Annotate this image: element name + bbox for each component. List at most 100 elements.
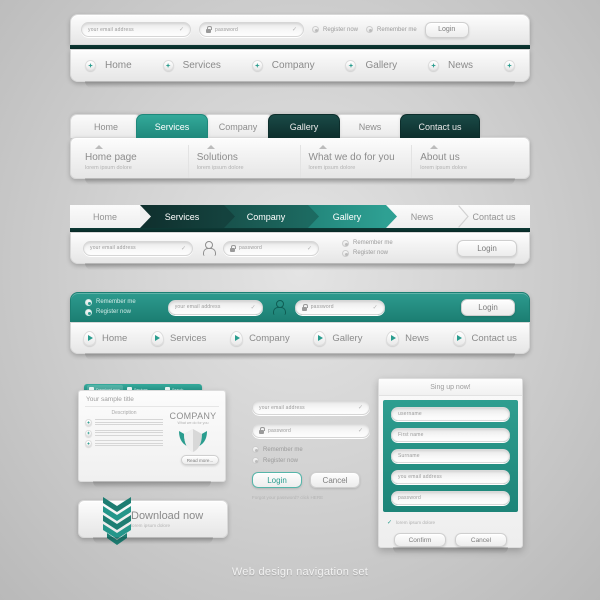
dropdown-column-what-we-do[interactable]: What we do for you lorem ipsum dolore [299, 145, 412, 178]
register-now-option[interactable]: Register now [252, 457, 370, 464]
dropdown-column-home-page[interactable]: Home page lorem ipsum dolore [77, 145, 188, 178]
breadcrumb-services[interactable]: Services [140, 205, 235, 228]
mega-dropdown-panel: Home page lorem ipsum dolore Solutions l… [70, 137, 530, 185]
register-now-option[interactable]: Register now [342, 249, 393, 257]
email-placeholder: your email address [88, 26, 134, 33]
tab-home[interactable]: Home [70, 114, 142, 138]
tab-contact-us[interactable]: Contact us [400, 114, 480, 138]
text-lines [95, 419, 163, 427]
column-sub: lorem ipsum dolore [420, 165, 468, 171]
company-name: COMPANY [169, 411, 217, 421]
nav-item-home[interactable]: Home [83, 330, 128, 346]
tab-services[interactable]: Services [136, 114, 208, 138]
caret-up-icon [430, 145, 439, 149]
dropdown-column-solutions[interactable]: Solutions lorem ipsum dolore [187, 145, 300, 178]
caret-up-icon [206, 145, 215, 149]
login-button[interactable]: Login [424, 21, 469, 38]
register-now-option[interactable]: Register now [312, 26, 358, 33]
email-field[interactable]: your email address ✓ [167, 299, 263, 315]
username-field[interactable]: username [391, 407, 510, 421]
register-now-label: Register now [323, 26, 359, 33]
password-field[interactable]: password ✓ [294, 299, 385, 315]
remember-me-option[interactable]: Remember me [252, 446, 370, 453]
cancel-button[interactable]: Cancel [310, 472, 360, 488]
check-icon: ✓ [291, 27, 297, 33]
nav-item-news[interactable]: News [386, 330, 429, 346]
download-sub: lorem ipsum dolore [131, 523, 171, 528]
arrow-right-icon [452, 330, 466, 346]
remember-me-option[interactable]: Remember me [366, 26, 417, 33]
email-field[interactable]: you email address [391, 470, 510, 484]
password-field[interactable]: password ✓ [199, 22, 304, 37]
dropdown-column-about-us[interactable]: About us lorem ipsum dolore [411, 145, 523, 178]
login-button[interactable]: Login [252, 472, 302, 488]
first-name-field[interactable]: First name [391, 428, 510, 442]
check-icon: ✓ [357, 428, 363, 434]
radio-icon[interactable] [342, 239, 349, 247]
nav-item-news[interactable]: News [428, 60, 473, 71]
tab-company[interactable]: Company [202, 114, 274, 138]
register-now-option[interactable]: Register now [85, 308, 136, 316]
nav-item-home[interactable]: Home [85, 60, 132, 71]
register-now-label: Register now [353, 250, 389, 256]
radio-icon[interactable] [252, 457, 259, 464]
remember-me-label: Remember me [353, 240, 393, 246]
radio-icon[interactable] [342, 249, 349, 257]
remember-me-label: Remember me [96, 299, 136, 305]
check-icon: ✓ [180, 245, 186, 252]
nav-item-gallery[interactable]: Gallery [313, 330, 363, 346]
email-field[interactable]: your email address ✓ [83, 240, 193, 256]
email-field[interactable]: your email address ✓ [81, 22, 191, 37]
password-field[interactable]: password ✓ [252, 423, 370, 438]
forgot-password-link[interactable]: Forgot your password? click HERE [252, 495, 370, 500]
tab-news[interactable]: News [334, 114, 406, 138]
login-button[interactable]: Login [461, 298, 515, 316]
field-placeholder: Surname [398, 453, 420, 459]
email-placeholder: your email address [259, 404, 305, 411]
password-field[interactable]: password [391, 491, 510, 505]
remember-me-option[interactable]: Remember me [85, 298, 136, 306]
radio-icon[interactable] [85, 298, 92, 306]
content-widget: Your sample title Description COMPANY Wh… [78, 390, 226, 488]
breadcrumb-company[interactable]: Company [224, 205, 319, 228]
read-more-button[interactable]: Read more... [181, 455, 219, 465]
nav-item-services[interactable]: Services [162, 60, 221, 71]
tab-gallery[interactable]: Gallery [268, 114, 340, 138]
field-placeholder: password [398, 495, 421, 501]
field-placeholder: you email address [398, 474, 442, 480]
text-lines [95, 440, 163, 448]
field-placeholder: First name [398, 432, 424, 438]
diamond-bullet-icon [345, 60, 357, 71]
email-field[interactable]: your email address ✓ [252, 400, 370, 415]
agree-checkbox-row[interactable]: ✓ lorem ipsum dolore [387, 519, 514, 526]
radio-icon[interactable] [366, 26, 374, 33]
nav-item-contact-us[interactable]: Contact us [452, 330, 517, 346]
diamond-bullet-icon [503, 60, 515, 71]
arrow-right-icon [230, 330, 244, 346]
register-now-label: Register now [263, 457, 299, 464]
drop-shadow [85, 178, 515, 185]
check-icon: ✓ [387, 520, 393, 526]
nav-bar-arrows: Home Services Company Gallery News Conta… [70, 322, 530, 360]
arrow-icon [458, 205, 469, 228]
download-button[interactable]: Download now lorem ipsum dolore [78, 497, 228, 545]
nav-label: Gallery [332, 332, 363, 344]
breadcrumb-gallery[interactable]: Gallery [308, 205, 397, 228]
breadcrumb-home[interactable]: Home [70, 205, 151, 228]
nav-item-company[interactable]: Company [230, 330, 290, 346]
login-button[interactable]: Login [457, 239, 517, 257]
drop-shadow [85, 263, 515, 270]
surname-field[interactable]: Surname [391, 449, 510, 463]
radio-icon[interactable] [85, 308, 92, 316]
nav-item-gallery[interactable]: Gallery [345, 60, 397, 71]
radio-icon[interactable] [252, 446, 259, 453]
nav-label: Home [102, 332, 128, 344]
nav-item-services[interactable]: Services [150, 330, 206, 346]
radio-icon[interactable] [312, 26, 319, 33]
remember-me-option[interactable]: Remember me [342, 239, 393, 247]
password-field[interactable]: password ✓ [223, 240, 319, 256]
breadcrumb-label: Gallery [332, 211, 362, 222]
cancel-button[interactable]: Cancel [455, 533, 507, 547]
confirm-button[interactable]: Confirm [394, 533, 446, 547]
nav-item-company[interactable]: Company [251, 60, 315, 71]
